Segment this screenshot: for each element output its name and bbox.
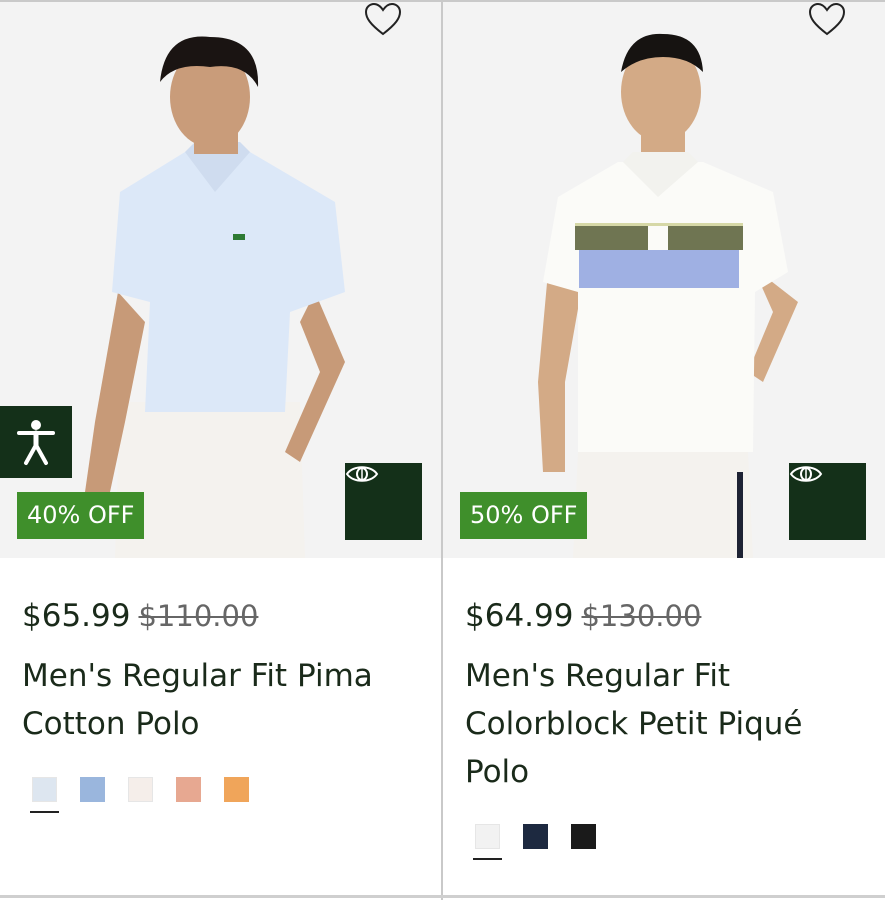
product-grid: 40% OFF $65.99 $110.00 Men's Regular Fit … <box>0 0 885 900</box>
color-swatch[interactable] <box>128 777 153 802</box>
color-swatch[interactable] <box>80 777 105 802</box>
sale-price: $64.99 <box>465 598 574 634</box>
color-swatch[interactable] <box>176 777 201 802</box>
product-card-colorblock-polo[interactable]: 50% OFF $64.99 $130.00 Men's Regular Fit … <box>443 0 885 898</box>
heart-outline-icon[interactable] <box>364 2 402 38</box>
original-price: $110.00 <box>138 599 259 633</box>
color-swatch[interactable] <box>32 777 57 802</box>
quick-view-button[interactable] <box>789 463 866 540</box>
original-price: $130.00 <box>581 599 702 633</box>
accessibility-person-icon <box>17 420 55 465</box>
product-name-line: Men's Regular Fit <box>465 658 731 694</box>
sale-price: $65.99 <box>22 598 131 634</box>
color-swatch[interactable] <box>475 824 500 849</box>
color-swatch[interactable] <box>224 777 249 802</box>
color-swatch[interactable] <box>523 824 548 849</box>
selected-swatch-indicator <box>30 811 59 813</box>
heart-outline-icon[interactable] <box>808 2 846 38</box>
color-swatch[interactable] <box>571 824 596 849</box>
quick-view-button[interactable] <box>345 463 422 540</box>
product-name-line: Men's Regular Fit Pima <box>22 658 373 694</box>
product-image[interactable]: 50% OFF <box>443 2 885 558</box>
eye-icon <box>345 466 379 482</box>
product-name-line: Polo <box>465 754 530 790</box>
discount-badge: 50% OFF <box>460 492 588 539</box>
product-name-line: Colorblock Petit Piqué <box>465 706 803 742</box>
product-name-line: Cotton Polo <box>22 706 200 742</box>
grid-bottom-border <box>0 895 885 898</box>
discount-badge: 40% OFF <box>17 492 145 539</box>
product-name[interactable]: Men's Regular Fit Colorblock Petit Piqué… <box>465 652 860 796</box>
accessibility-button[interactable] <box>0 406 72 478</box>
product-name[interactable]: Men's Regular Fit Pima Cotton Polo <box>22 652 417 748</box>
eye-icon <box>789 466 823 482</box>
price-row: $64.99 $130.00 <box>465 598 701 634</box>
price-row: $65.99 $110.00 <box>22 598 258 634</box>
selected-swatch-indicator <box>473 858 502 860</box>
